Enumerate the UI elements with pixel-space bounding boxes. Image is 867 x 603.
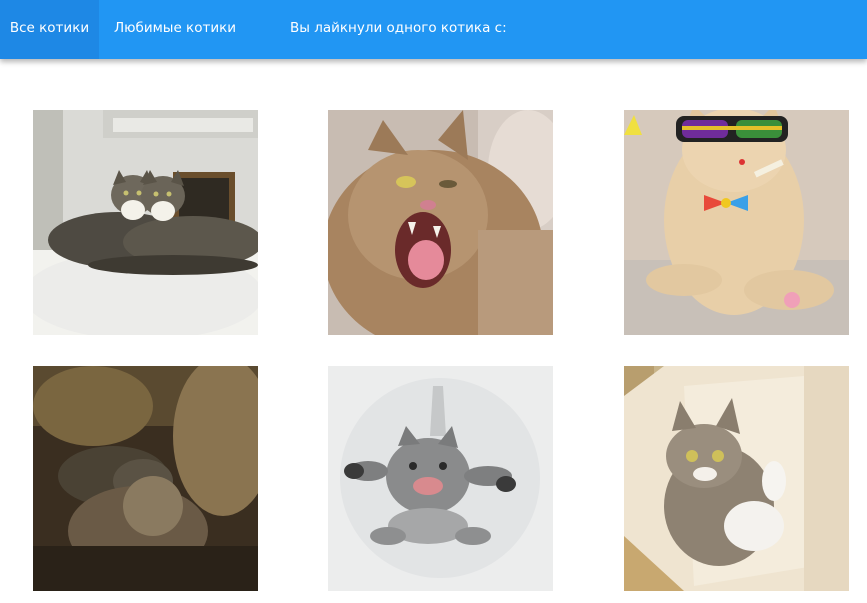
cat-card-falling-kitten[interactable] [328,366,553,591]
cat-card-yawning-cat[interactable] [328,110,553,335]
tab-all-cats[interactable]: Все котики [0,0,99,59]
liked-cat-status: Вы лайкнули одного котика с: [290,20,507,36]
cat-photo [624,366,849,591]
cat-card-two-tabbies[interactable] [33,110,258,335]
cat-photo [33,110,258,335]
tab-favorite-cats[interactable]: Любимые котики [99,0,239,59]
cat-photo [328,110,553,335]
cat-gallery [0,59,867,603]
top-navigation-bar: Все котики Любимые котики Вы лайкнули од… [0,0,867,59]
cat-photo [328,366,553,591]
cat-photo [33,366,258,591]
cat-card-playing-cat[interactable] [33,366,258,591]
cat-card-cool-cat[interactable] [624,110,849,335]
cat-photo [624,110,849,335]
cat-card-cat-in-box[interactable] [624,366,849,591]
